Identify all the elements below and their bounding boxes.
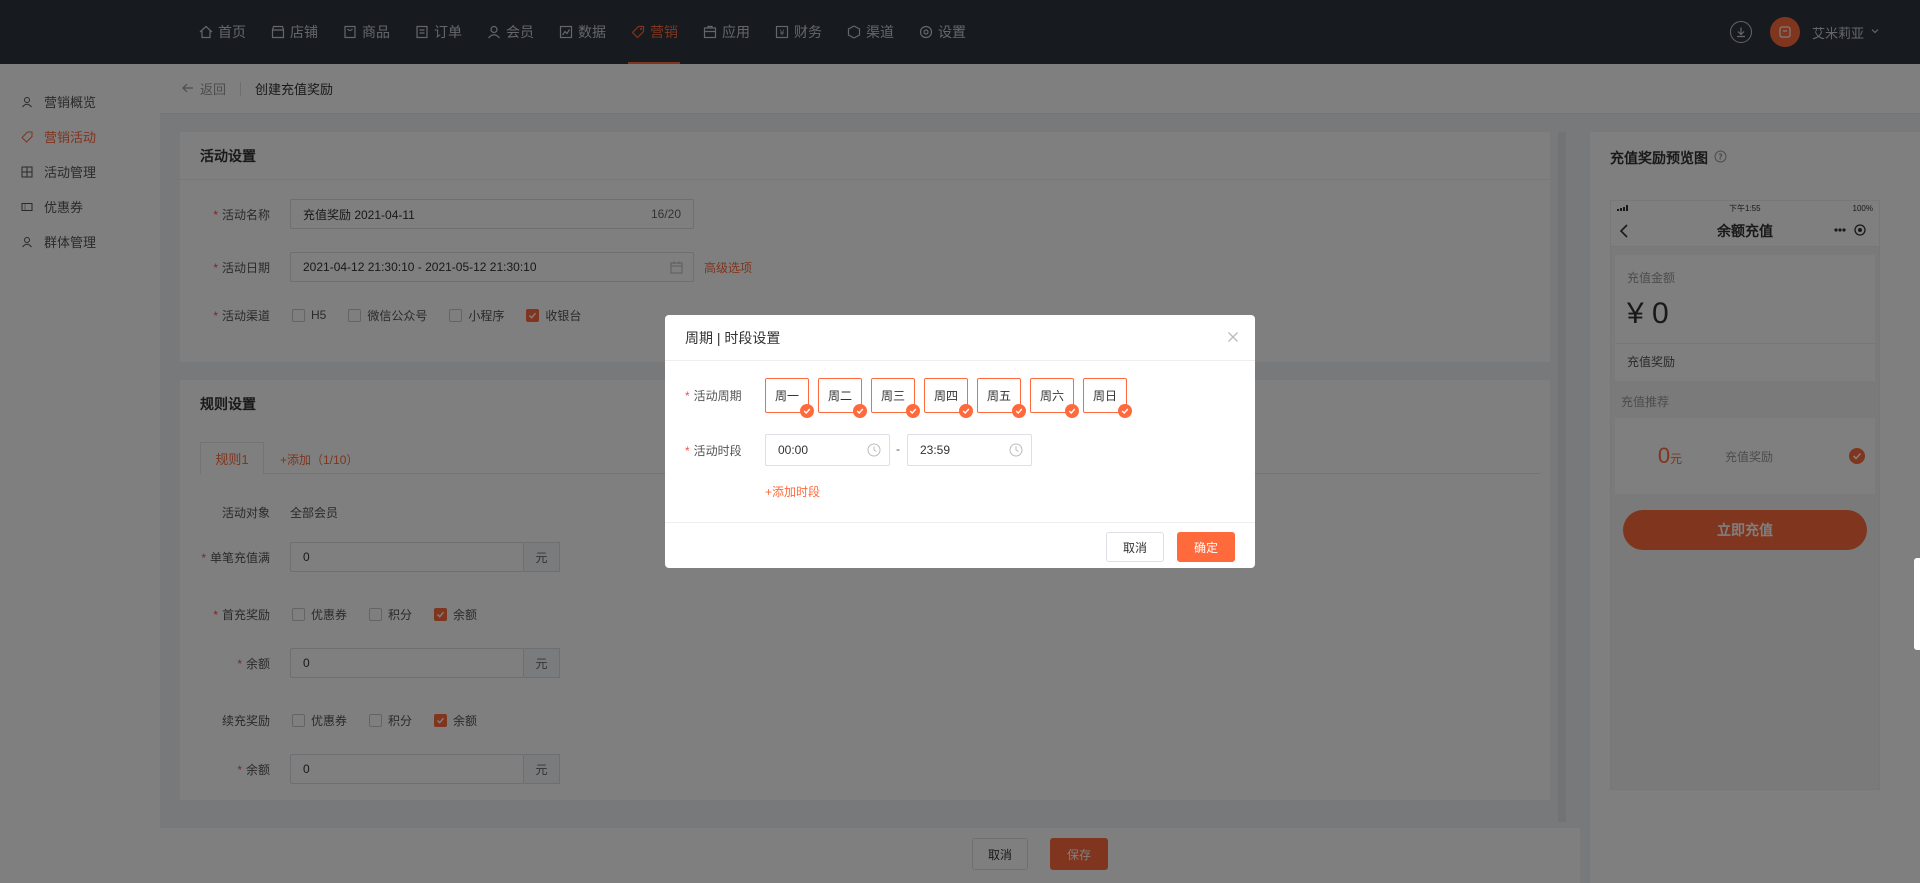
check-circle-icon — [800, 404, 814, 418]
day-label: 周五 — [986, 389, 1011, 403]
day-label: 周日 — [1092, 389, 1117, 403]
modal-cancel-button[interactable]: 取消 — [1106, 532, 1164, 562]
modal-header: 周期 | 时段设置 — [665, 315, 1255, 361]
check-circle-icon — [959, 404, 973, 418]
check-circle-icon — [853, 404, 867, 418]
day-button[interactable]: 周二 — [818, 378, 867, 418]
clock-icon — [867, 443, 881, 460]
day-label: 周一 — [774, 389, 799, 403]
page-edge-handle[interactable] — [1914, 558, 1920, 650]
time-separator: - — [896, 442, 900, 456]
modal-footer: 取消 确定 — [665, 522, 1255, 568]
day-label: 周四 — [933, 389, 958, 403]
close-icon[interactable] — [1225, 329, 1241, 345]
check-circle-icon — [1065, 404, 1079, 418]
day-button[interactable]: 周六 — [1030, 378, 1079, 418]
check-circle-icon — [1118, 404, 1132, 418]
day-label: 周二 — [827, 389, 852, 403]
day-button[interactable]: 周四 — [924, 378, 973, 418]
modal-title: 周期 | 时段设置 — [685, 329, 781, 346]
day-button[interactable]: 周三 — [871, 378, 920, 418]
start-time-input[interactable]: 00:00 — [765, 434, 890, 466]
day-label: 周六 — [1039, 389, 1064, 403]
period-label: * 活动周期 — [685, 389, 742, 403]
period-modal: 周期 | 时段设置 * 活动周期 周一 周二 周三 周四 周五 周六 周日 * 活动时段 00:… — [665, 315, 1255, 568]
day-label: 周三 — [880, 389, 905, 403]
check-circle-icon — [1012, 404, 1026, 418]
check-circle-icon — [906, 404, 920, 418]
day-button[interactable]: 周日 — [1083, 378, 1132, 418]
time-label: * 活动时段 — [685, 444, 742, 458]
day-button[interactable]: 周一 — [765, 378, 814, 418]
modal-ok-button[interactable]: 确定 — [1177, 532, 1235, 562]
day-button[interactable]: 周五 — [977, 378, 1026, 418]
clock-icon — [1009, 443, 1023, 460]
add-time-slot-button[interactable]: +添加时段 — [765, 483, 820, 500]
end-time-input[interactable]: 23:59 — [907, 434, 1032, 466]
